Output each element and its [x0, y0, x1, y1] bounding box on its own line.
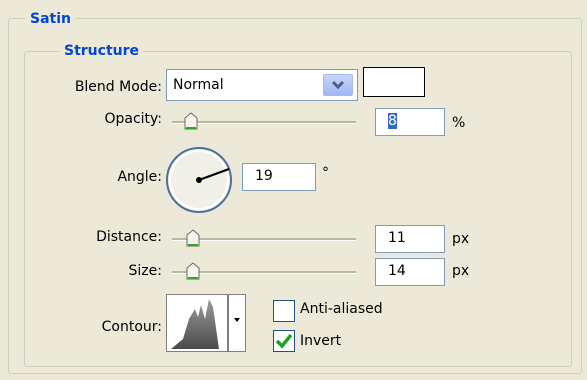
contour-dropdown[interactable]: [228, 294, 246, 352]
structure-title: Structure: [60, 42, 144, 60]
satin-title: Satin: [26, 10, 75, 28]
distance-input[interactable]: 11: [375, 225, 445, 253]
opacity-unit: %: [452, 115, 466, 131]
blend-mode-label: Blend Mode:: [74, 79, 162, 95]
distance-value: 11: [388, 230, 406, 246]
checkmark-icon: [275, 333, 293, 349]
distance-slider-thumb[interactable]: [186, 229, 200, 247]
size-value: 14: [388, 263, 406, 279]
opacity-slider-thumb[interactable]: [184, 112, 198, 130]
opacity-label: Opacity:: [104, 111, 162, 127]
chevron-down-icon[interactable]: [323, 74, 353, 96]
distance-unit: px: [452, 231, 470, 247]
contour-label: Contour:: [101, 319, 162, 335]
angle-unit: °: [322, 165, 329, 181]
size-slider-thumb[interactable]: [186, 262, 200, 280]
angle-dial[interactable]: [164, 145, 234, 215]
size-input[interactable]: 14: [375, 258, 445, 286]
anti-aliased-checkbox[interactable]: [273, 300, 295, 322]
blend-mode-select[interactable]: Normal: [166, 69, 358, 101]
contour-curve-icon: [171, 299, 219, 349]
invert-label[interactable]: Invert: [300, 332, 341, 350]
opacity-value: 8: [388, 113, 397, 129]
angle-input[interactable]: 19: [242, 163, 316, 191]
satin-color-swatch[interactable]: [363, 67, 425, 97]
blend-mode-value: Normal: [173, 77, 224, 93]
contour-preview[interactable]: [166, 294, 228, 352]
size-unit: px: [452, 263, 470, 279]
opacity-slider-track[interactable]: [172, 121, 356, 124]
invert-checkbox[interactable]: [273, 330, 295, 352]
caret-down-icon: [234, 318, 240, 322]
angle-label: Angle:: [117, 169, 162, 185]
anti-aliased-label[interactable]: Anti-aliased: [300, 300, 383, 318]
size-label: Size:: [128, 263, 162, 279]
distance-label: Distance:: [96, 229, 162, 245]
opacity-input[interactable]: 8: [375, 108, 445, 136]
angle-value: 19: [255, 168, 273, 184]
